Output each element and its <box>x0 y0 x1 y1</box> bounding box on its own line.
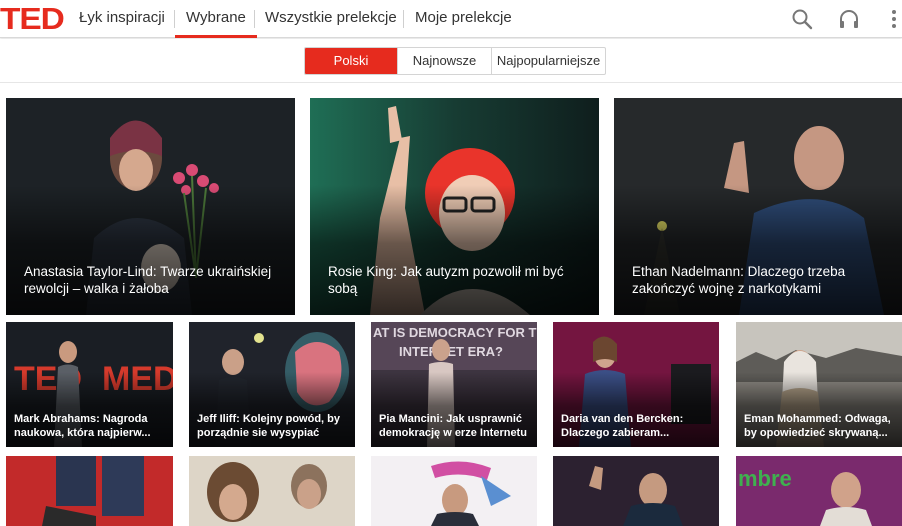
talk-title: Ethan Nadelmann: Dlaczego trzeba zakończ… <box>632 264 846 296</box>
talk-title: Daria van den Bercken: Dlaczego zabieram… <box>561 413 684 439</box>
top-app-bar: TED Łyk inspiracji Wybrane Wszystkie pre… <box>0 0 902 38</box>
svg-text:AT IS DEMOCRACY FOR T: AT IS DEMOCRACY FOR T <box>373 325 537 340</box>
talk-card[interactable] <box>553 456 719 526</box>
talk-card[interactable] <box>189 456 355 526</box>
talk-title: Eman Mohammed: Odwaga, by opowiedzieć sk… <box>744 413 891 439</box>
filter-newest[interactable]: Najnowsze <box>398 48 492 74</box>
filter-most-popular[interactable]: Najpopularniejsze <box>492 48 605 74</box>
overflow-menu-icon[interactable] <box>882 7 902 31</box>
ted-logo[interactable]: TED <box>0 3 65 35</box>
talk-card[interactable]: mbre <box>736 456 902 526</box>
language-sort-segmented-control: Polski Najnowsze Najpopularniejsze <box>304 47 606 75</box>
headphones-icon[interactable] <box>837 7 861 31</box>
talk-thumbnail <box>553 456 719 526</box>
talk-card[interactable] <box>371 456 537 526</box>
talk-thumbnail <box>6 456 173 526</box>
talk-title: Jeff Iliff: Kolejny powód, by porządnie … <box>197 413 340 439</box>
tab-inspiration[interactable]: Łyk inspiracji <box>68 0 176 38</box>
featured-talk-card[interactable]: Anastasia Taylor-Lind: Twarze ukraińskie… <box>6 98 295 315</box>
talk-card[interactable]: Daria van den Bercken: Dlaczego zabieram… <box>553 322 719 447</box>
talk-title: Mark Abrahams: Nagroda naukowa, która na… <box>14 413 151 439</box>
featured-talk-card[interactable]: Rosie King: Jak autyzm pozwolił mi być s… <box>310 98 599 315</box>
filter-bar: Polski Najnowsze Najpopularniejsze <box>0 39 902 83</box>
svg-text:mbre: mbre <box>738 466 792 491</box>
talk-title: Rosie King: Jak autyzm pozwolił mi być s… <box>328 264 564 296</box>
filter-polish[interactable]: Polski <box>305 48 398 74</box>
talk-card[interactable]: Jeff Iliff: Kolejny powód, by porządnie … <box>189 322 355 447</box>
tab-my-talks[interactable]: Moje prelekcje <box>404 0 523 38</box>
talk-card[interactable]: TED MED Mark Abrahams: Nagroda naukowa, … <box>6 322 173 447</box>
talk-title: Anastasia Taylor-Lind: Twarze ukraińskie… <box>24 264 272 296</box>
talk-card[interactable] <box>6 456 173 526</box>
svg-text:INTERNET ERA?: INTERNET ERA? <box>399 344 503 359</box>
search-icon[interactable] <box>790 7 814 31</box>
talk-thumbnail: mbre <box>736 456 902 526</box>
featured-talk-card[interactable]: Ethan Nadelmann: Dlaczego trzeba zakończ… <box>614 98 902 315</box>
talk-thumbnail <box>189 456 355 526</box>
tab-all-talks[interactable]: Wszystkie prelekcje <box>254 0 408 38</box>
tab-featured[interactable]: Wybrane <box>175 0 257 38</box>
talk-title: Pia Mancini: Jak usprawnić demokrację w … <box>379 413 527 439</box>
talk-card[interactable]: Eman Mohammed: Odwaga, by opowiedzieć sk… <box>736 322 902 447</box>
talk-thumbnail <box>371 456 537 526</box>
talk-card[interactable]: AT IS DEMOCRACY FOR T INTERNET ERA? Pia … <box>371 322 537 447</box>
